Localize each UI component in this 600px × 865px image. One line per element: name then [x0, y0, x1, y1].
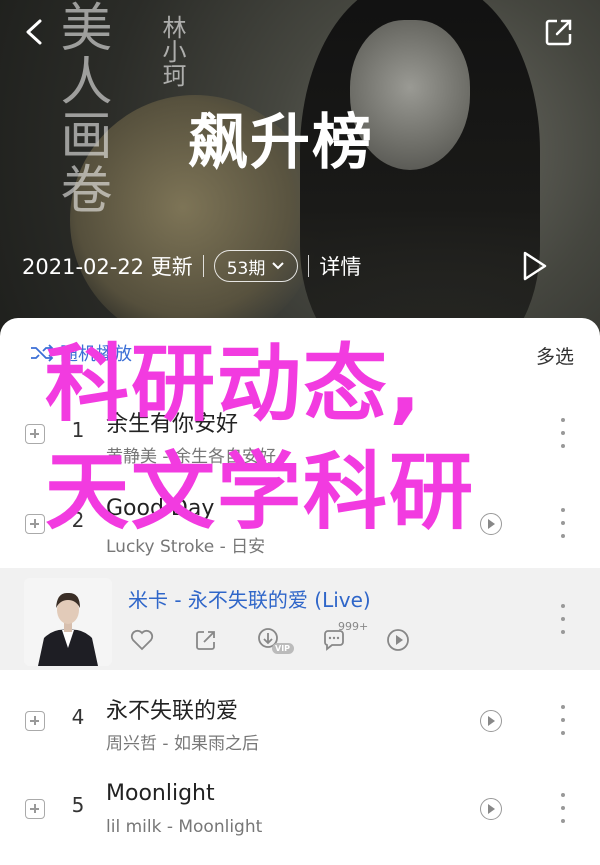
multi-select-button[interactable]: 多选: [536, 342, 574, 369]
song-rank: 4: [71, 705, 85, 729]
song-artist: lil milk - Moonlight: [106, 817, 263, 837]
chart-header-banner: 美人画卷 林小珂 飙升榜 2021-02-22 更新 53期 详情: [0, 0, 600, 340]
song-artist: 周兴哲 - 如果雨之后: [106, 734, 259, 754]
more-wrapper: [0, 574, 600, 664]
overlay-watermark-text: 科研动态, 天文学科研: [45, 330, 475, 546]
more-icon[interactable]: [558, 793, 568, 823]
overlay-line-1: 科研动态,: [45, 335, 423, 433]
play-icon[interactable]: [480, 798, 502, 820]
back-icon[interactable]: [16, 14, 52, 50]
add-icon[interactable]: [25, 711, 45, 731]
page-title: 飙升榜: [188, 108, 374, 178]
add-icon[interactable]: [25, 424, 45, 444]
add-icon[interactable]: [25, 514, 45, 534]
song-title: 永不失联的爱: [106, 699, 239, 724]
add-icon[interactable]: [25, 799, 45, 819]
update-date: 2021-02-22 更新: [22, 255, 193, 279]
overlay-line-2: 天文学科研: [45, 443, 476, 541]
share-icon[interactable]: [541, 14, 577, 50]
divider: [308, 255, 310, 277]
divider: [202, 255, 204, 277]
play-all-icon[interactable]: [515, 248, 555, 284]
detail-link[interactable]: 详情: [319, 251, 361, 281]
song-row[interactable]: 4 永不失联的爱 周兴哲 - 如果雨之后: [0, 675, 600, 765]
cover-book-author: 林小珂: [158, 15, 186, 87]
issue-selector[interactable]: 53期: [213, 250, 299, 282]
song-row-active[interactable]: 米卡 - 永不失联的爱 (Live) VIP 999+: [0, 568, 600, 670]
more-icon[interactable]: [558, 604, 568, 634]
chevron-down-icon: [272, 262, 285, 270]
issue-count: 53期: [226, 258, 266, 279]
play-icon[interactable]: [480, 513, 502, 535]
play-icon[interactable]: [480, 710, 502, 732]
more-icon[interactable]: [558, 705, 568, 735]
song-row[interactable]: 5 Moonlight lil milk - Moonlight: [0, 763, 600, 853]
song-title: Moonlight: [106, 781, 215, 806]
chart-meta: 2021-02-22 更新 53期 详情: [22, 249, 361, 283]
more-icon[interactable]: [558, 508, 568, 538]
song-rank: 5: [71, 793, 85, 817]
more-icon[interactable]: [558, 418, 568, 448]
